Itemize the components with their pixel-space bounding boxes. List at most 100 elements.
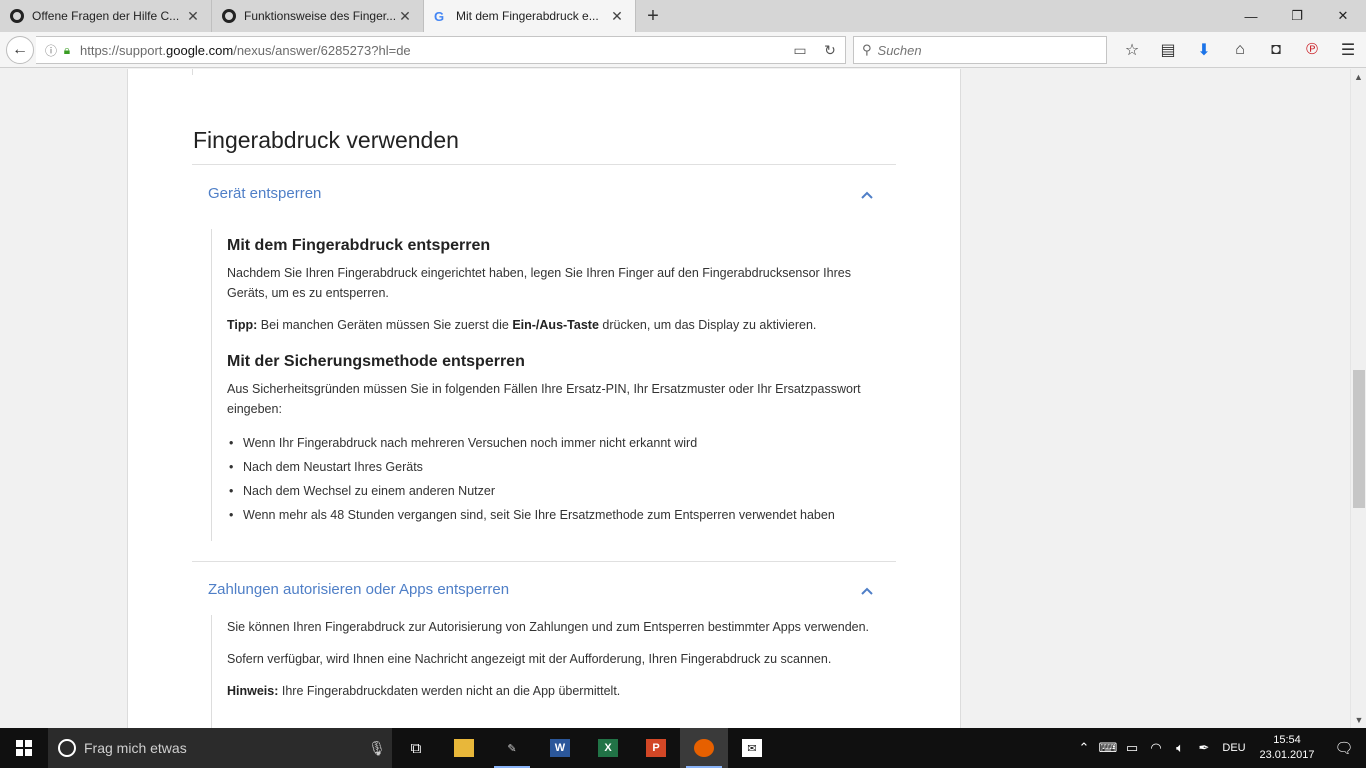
list-item: Nach dem Neustart Ihres Geräts xyxy=(227,455,881,479)
firefox-icon xyxy=(694,739,714,757)
pinterest-icon[interactable]: ℗ xyxy=(1294,41,1330,59)
subheading: Mit der Sicherungsmethode entsperren xyxy=(227,353,525,370)
menu-icon[interactable]: ☰ xyxy=(1330,40,1366,60)
tab-title: Offene Fragen der Hilfe C... xyxy=(32,9,180,23)
accordion-geraet-entsperren[interactable]: Gerät entsperren xyxy=(208,185,321,202)
restore-button[interactable]: ❐ xyxy=(1274,0,1320,32)
note-paragraph: Hinweis: Ihre Fingerabdruckdaten werden … xyxy=(227,684,621,698)
task-view-icon: ⧉ xyxy=(410,739,422,757)
community-icon xyxy=(222,9,236,23)
chevron-up-icon[interactable] xyxy=(860,584,874,598)
home-icon[interactable]: ⌂ xyxy=(1222,41,1258,59)
wifi-icon[interactable]: ◠ xyxy=(1144,740,1168,756)
start-button[interactable] xyxy=(0,728,48,768)
reload-icon[interactable]: ↻ xyxy=(815,42,845,59)
bullet-list: Wenn Ihr Fingerabdruck nach mehreren Ver… xyxy=(227,431,881,527)
close-icon[interactable]: ✕ xyxy=(185,8,201,25)
excel-icon: X xyxy=(598,739,618,757)
window-controls: — ❐ ✕ xyxy=(1228,0,1366,32)
chevron-up-icon[interactable] xyxy=(860,188,874,202)
divider xyxy=(192,164,896,165)
taskbar-powerpoint[interactable]: P xyxy=(632,728,680,768)
tab-title: Funktionsweise des Finger... xyxy=(244,9,397,23)
clock-date: 23.01.2017 xyxy=(1259,749,1315,761)
folder-icon xyxy=(454,739,474,757)
taskbar-explorer[interactable] xyxy=(440,728,488,768)
taskbar-app[interactable]: ✎ xyxy=(488,728,536,768)
taskbar: Frag mich etwas 🎙︎ ⧉ ✎ W X P ✉ ⌃ ⌨ ▭ ◠ 🔈… xyxy=(0,728,1366,768)
back-button[interactable]: ← xyxy=(6,35,34,64)
close-window-button[interactable]: ✕ xyxy=(1320,0,1366,32)
taskbar-mail[interactable]: ✉ xyxy=(728,728,776,768)
divider xyxy=(192,561,896,562)
tab-funktionsweise[interactable]: Funktionsweise des Finger... ✕ xyxy=(212,0,424,32)
reader-view-icon[interactable]: ▭ xyxy=(785,42,815,59)
mail-icon: ✉ xyxy=(742,739,762,757)
pocket-icon[interactable]: ◘ xyxy=(1258,41,1294,59)
powerpoint-icon: P xyxy=(646,739,666,757)
volume-icon[interactable]: 🔈︎ xyxy=(1168,740,1192,756)
article-card: Fingerabdruck verwenden Gerät entsperren… xyxy=(127,69,961,728)
task-view-button[interactable]: ⧉ xyxy=(392,728,440,768)
battery-icon[interactable]: ▭ xyxy=(1120,740,1144,756)
navigation-bar: ← ⓘ 🔒︎ https://support.google.com/nexus/… xyxy=(0,32,1366,68)
tab-fingerabdruck[interactable]: G Mit dem Fingerabdruck e... ✕ xyxy=(424,0,636,32)
microphone-icon[interactable]: 🎙︎ xyxy=(362,740,392,757)
bookmarks-list-icon[interactable]: ▤ xyxy=(1150,40,1186,60)
windows-logo-icon xyxy=(16,740,32,756)
taskbar-word[interactable]: W xyxy=(536,728,584,768)
taskbar-excel[interactable]: X xyxy=(584,728,632,768)
info-icon[interactable]: ⓘ xyxy=(42,42,60,59)
tab-title: Mit dem Fingerabdruck e... xyxy=(456,9,599,23)
search-icon: ⚲ xyxy=(862,42,872,57)
community-icon xyxy=(10,9,24,23)
vertical-scrollbar[interactable]: ▲ ▼ xyxy=(1350,69,1366,728)
paragraph: Sie können Ihren Fingerabdruck zur Autor… xyxy=(227,620,870,634)
tab-bar: Offene Fragen der Hilfe C... ✕ Funktions… xyxy=(0,0,1366,32)
accordion-body-geraet: Mit dem Fingerabdruck entsperren Nachdem… xyxy=(211,229,881,541)
paragraph: Nachdem Sie Ihren Fingerabdruck eingeric… xyxy=(227,266,851,300)
toolbar-icons: ☆ ▤ ⬇ ⌂ ◘ ℗ ☰ xyxy=(1114,36,1366,64)
search-input[interactable] xyxy=(877,42,1078,58)
scroll-up-arrow[interactable]: ▲ xyxy=(1351,69,1366,85)
bookmark-star-icon[interactable]: ☆ xyxy=(1114,40,1150,60)
pen-icon[interactable]: ✒ xyxy=(1192,740,1216,756)
scroll-thumb[interactable] xyxy=(1353,370,1365,508)
list-item: Nach dem Wechsel zu einem anderen Nutzer xyxy=(227,479,881,503)
language-indicator[interactable]: DEU xyxy=(1216,742,1252,754)
lock-icon[interactable]: 🔒︎ xyxy=(60,43,74,58)
accordion-zahlungen[interactable]: Zahlungen autorisieren oder Apps entsper… xyxy=(208,581,509,598)
list-item: Wenn mehr als 48 Stunden vergangen sind,… xyxy=(227,503,881,527)
cortana-search[interactable]: Frag mich etwas 🎙︎ xyxy=(48,728,392,768)
cortana-icon xyxy=(58,739,76,757)
subheading: Mit dem Fingerabdruck entsperren xyxy=(227,237,491,254)
system-tray: ⌃ ⌨ ▭ ◠ 🔈︎ ✒ DEU 15:54 23.01.2017 🗨︎ xyxy=(1072,728,1366,768)
clock[interactable]: 15:54 23.01.2017 xyxy=(1252,733,1322,763)
divider xyxy=(192,69,232,75)
keyboard-icon[interactable]: ⌨ xyxy=(1096,740,1120,756)
notification-icon[interactable]: 🗨︎ xyxy=(1322,739,1366,757)
scroll-down-arrow[interactable]: ▼ xyxy=(1351,712,1366,728)
accordion-body-zahlungen: Sie können Ihren Fingerabdruck zur Autor… xyxy=(211,615,881,728)
download-icon[interactable]: ⬇ xyxy=(1186,40,1222,60)
page-title: Fingerabdruck verwenden xyxy=(193,127,459,153)
tip-paragraph: Tipp: Bei manchen Geräten müssen Sie zue… xyxy=(227,318,817,332)
chevron-up-icon[interactable]: ⌃ xyxy=(1072,740,1096,756)
url-text[interactable]: https://support.google.com/nexus/answer/… xyxy=(80,43,785,58)
tab-offene-fragen[interactable]: Offene Fragen der Hilfe C... ✕ xyxy=(0,0,212,32)
cortana-search-text: Frag mich etwas xyxy=(84,740,187,756)
clock-time: 15:54 xyxy=(1273,734,1301,746)
close-icon[interactable]: ✕ xyxy=(397,8,413,25)
close-icon[interactable]: ✕ xyxy=(609,8,625,25)
page-viewport: Fingerabdruck verwenden Gerät entsperren… xyxy=(0,69,1350,728)
url-bar[interactable]: ⓘ 🔒︎ https://support.google.com/nexus/an… xyxy=(36,36,846,64)
minimize-button[interactable]: — xyxy=(1228,0,1274,32)
google-icon: G xyxy=(434,8,445,24)
word-icon: W xyxy=(550,739,570,757)
app-icon: ✎ xyxy=(507,742,517,755)
taskbar-firefox[interactable] xyxy=(680,728,728,768)
paragraph: Sofern verfügbar, wird Ihnen eine Nachri… xyxy=(227,652,832,666)
new-tab-button[interactable]: + xyxy=(636,0,670,32)
search-bar[interactable]: ⚲ xyxy=(853,36,1107,64)
list-item: Wenn Ihr Fingerabdruck nach mehreren Ver… xyxy=(227,431,881,455)
